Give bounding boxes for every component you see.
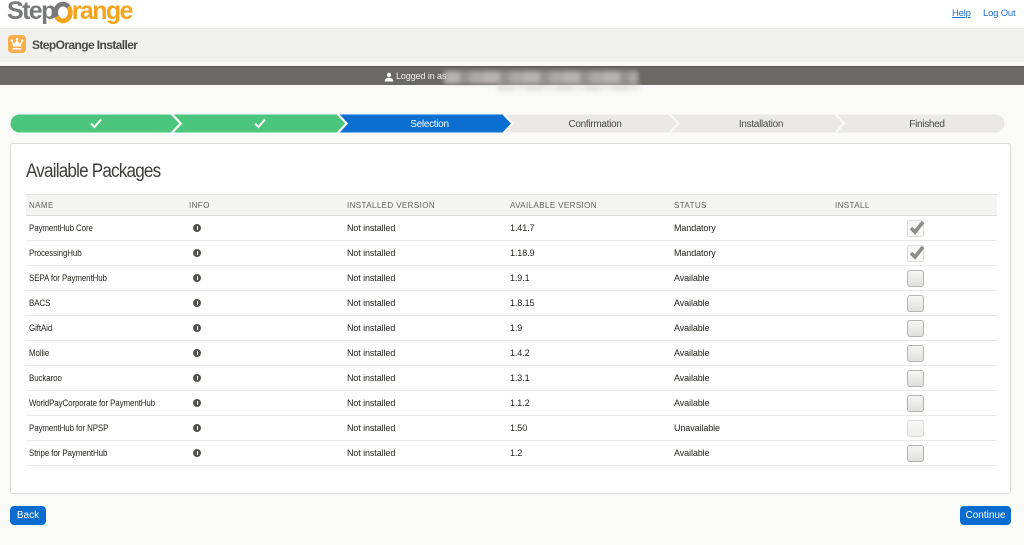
svg-text:Finished: Finished — [909, 119, 944, 130]
svg-text:Installation: Installation — [739, 119, 783, 130]
svg-text:Selection: Selection — [410, 119, 448, 130]
svg-text:Confirmation: Confirmation — [568, 119, 621, 130]
